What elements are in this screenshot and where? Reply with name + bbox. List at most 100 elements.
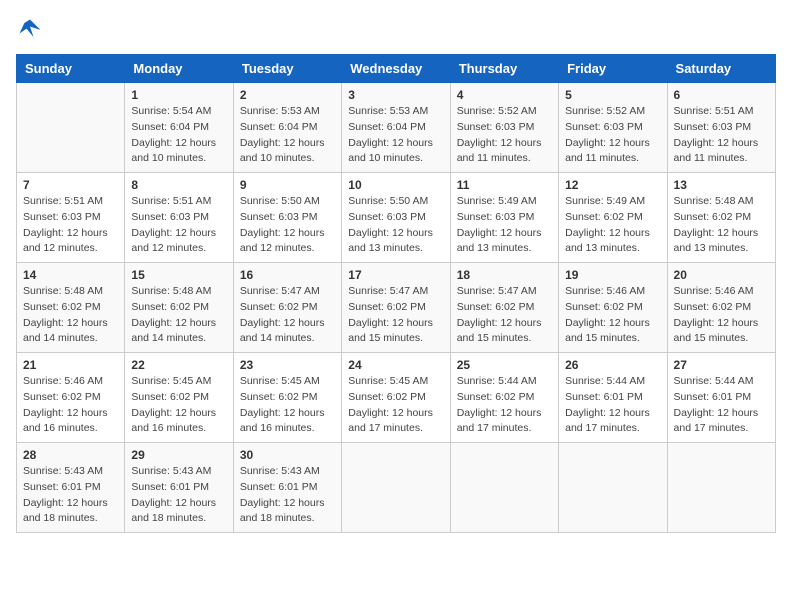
- day-info: Sunrise: 5:45 AM Sunset: 6:02 PM Dayligh…: [348, 374, 443, 437]
- calendar-col-header: Sunday: [17, 55, 125, 83]
- calendar-cell: 3Sunrise: 5:53 AM Sunset: 6:04 PM Daylig…: [342, 83, 450, 173]
- day-info: Sunrise: 5:43 AM Sunset: 6:01 PM Dayligh…: [131, 464, 226, 527]
- day-number: 9: [240, 178, 335, 192]
- day-number: 13: [674, 178, 769, 192]
- day-info: Sunrise: 5:49 AM Sunset: 6:03 PM Dayligh…: [457, 194, 552, 257]
- calendar-week-row: 14 Sunrise: 5:48 AM Sunset: 6:02 PM Dayli…: [17, 263, 776, 353]
- day-number: 20: [674, 268, 769, 282]
- calendar-cell: 10 Sunrise: 5:50 AM Sunset: 6:03 PM Dayli…: [342, 173, 450, 263]
- day-number: 12: [565, 178, 660, 192]
- day-info: Sunrise: 5:53 AM Sunset: 6:04 PM Dayligh…: [240, 104, 335, 167]
- day-info: Sunrise: 5:44 AM Sunset: 6:02 PM Dayligh…: [457, 374, 552, 437]
- day-number: 16: [240, 268, 335, 282]
- day-number: 18: [457, 268, 552, 282]
- calendar-cell: 6 Sunrise: 5:51 AM Sunset: 6:03 PM Daylig…: [667, 83, 775, 173]
- day-info: Sunrise: 5:48 AM Sunset: 6:02 PM Dayligh…: [674, 194, 769, 257]
- day-number: 25: [457, 358, 552, 372]
- logo-icon: [16, 16, 44, 44]
- calendar-cell: 8 Sunrise: 5:51 AM Sunset: 6:03 PM Daylig…: [125, 173, 233, 263]
- day-number: 15: [131, 268, 226, 282]
- day-info: Sunrise: 5:45 AM Sunset: 6:02 PM Dayligh…: [240, 374, 335, 437]
- calendar-cell: 7Sunrise: 5:51 AM Sunset: 6:03 PM Daylig…: [17, 173, 125, 263]
- day-info: Sunrise: 5:43 AM Sunset: 6:01 PM Dayligh…: [23, 464, 118, 527]
- calendar-col-header: Thursday: [450, 55, 558, 83]
- day-info: Sunrise: 5:46 AM Sunset: 6:02 PM Dayligh…: [565, 284, 660, 347]
- calendar-cell: 22 Sunrise: 5:45 AM Sunset: 6:02 PM Dayli…: [125, 353, 233, 443]
- calendar-cell: 9Sunrise: 5:50 AM Sunset: 6:03 PM Daylig…: [233, 173, 341, 263]
- day-info: Sunrise: 5:46 AM Sunset: 6:02 PM Dayligh…: [23, 374, 118, 437]
- day-info: Sunrise: 5:43 AM Sunset: 6:01 PM Dayligh…: [240, 464, 335, 527]
- calendar-cell: 21 Sunrise: 5:46 AM Sunset: 6:02 PM Dayli…: [17, 353, 125, 443]
- day-info: Sunrise: 5:51 AM Sunset: 6:03 PM Dayligh…: [674, 104, 769, 167]
- calendar-cell: 5 Sunrise: 5:52 AM Sunset: 6:03 PM Daylig…: [559, 83, 667, 173]
- calendar-cell: 19Sunrise: 5:46 AM Sunset: 6:02 PM Dayli…: [559, 263, 667, 353]
- day-number: 5: [565, 88, 660, 102]
- day-info: Sunrise: 5:47 AM Sunset: 6:02 PM Dayligh…: [240, 284, 335, 347]
- calendar-cell: 23Sunrise: 5:45 AM Sunset: 6:02 PM Dayli…: [233, 353, 341, 443]
- day-number: 21: [23, 358, 118, 372]
- calendar-table: SundayMondayTuesdayWednesdayThursdayFrid…: [16, 54, 776, 533]
- day-number: 28: [23, 448, 118, 462]
- day-info: Sunrise: 5:44 AM Sunset: 6:01 PM Dayligh…: [674, 374, 769, 437]
- day-number: 4: [457, 88, 552, 102]
- calendar-col-header: Tuesday: [233, 55, 341, 83]
- calendar-cell: 26 Sunrise: 5:44 AM Sunset: 6:01 PM Dayli…: [559, 353, 667, 443]
- day-number: 24: [348, 358, 443, 372]
- calendar-cell: 20Sunrise: 5:46 AM Sunset: 6:02 PM Dayli…: [667, 263, 775, 353]
- calendar-cell: 27 Sunrise: 5:44 AM Sunset: 6:01 PM Dayli…: [667, 353, 775, 443]
- calendar-cell: 17 Sunrise: 5:47 AM Sunset: 6:02 PM Dayli…: [342, 263, 450, 353]
- calendar-header-row: SundayMondayTuesdayWednesdayThursdayFrid…: [17, 55, 776, 83]
- day-number: 8: [131, 178, 226, 192]
- calendar-week-row: 28 Sunrise: 5:43 AM Sunset: 6:01 PM Dayli…: [17, 443, 776, 533]
- day-info: Sunrise: 5:47 AM Sunset: 6:02 PM Dayligh…: [457, 284, 552, 347]
- day-info: Sunrise: 5:52 AM Sunset: 6:03 PM Dayligh…: [565, 104, 660, 167]
- logo: [16, 16, 48, 44]
- day-info: Sunrise: 5:45 AM Sunset: 6:02 PM Dayligh…: [131, 374, 226, 437]
- day-number: 6: [674, 88, 769, 102]
- calendar-cell: 11 Sunrise: 5:49 AM Sunset: 6:03 PM Dayli…: [450, 173, 558, 263]
- calendar-cell: [342, 443, 450, 533]
- day-number: 26: [565, 358, 660, 372]
- calendar-cell: 28 Sunrise: 5:43 AM Sunset: 6:01 PM Dayli…: [17, 443, 125, 533]
- day-info: Sunrise: 5:52 AM Sunset: 6:03 PM Dayligh…: [457, 104, 552, 167]
- day-number: 27: [674, 358, 769, 372]
- calendar-cell: 12 Sunrise: 5:49 AM Sunset: 6:02 PM Dayli…: [559, 173, 667, 263]
- calendar-col-header: Saturday: [667, 55, 775, 83]
- calendar-cell: [667, 443, 775, 533]
- day-info: Sunrise: 5:49 AM Sunset: 6:02 PM Dayligh…: [565, 194, 660, 257]
- calendar-cell: [17, 83, 125, 173]
- calendar-cell: 1 Sunrise: 5:54 AM Sunset: 6:04 PM Daylig…: [125, 83, 233, 173]
- calendar-cell: 15 Sunrise: 5:48 AM Sunset: 6:02 PM Dayli…: [125, 263, 233, 353]
- day-number: 11: [457, 178, 552, 192]
- calendar-cell: 4 Sunrise: 5:52 AM Sunset: 6:03 PM Daylig…: [450, 83, 558, 173]
- day-info: Sunrise: 5:44 AM Sunset: 6:01 PM Dayligh…: [565, 374, 660, 437]
- day-info: Sunrise: 5:50 AM Sunset: 6:03 PM Dayligh…: [348, 194, 443, 257]
- calendar-cell: 24 Sunrise: 5:45 AM Sunset: 6:02 PM Dayli…: [342, 353, 450, 443]
- calendar-cell: [450, 443, 558, 533]
- day-number: 17: [348, 268, 443, 282]
- calendar-body: 1 Sunrise: 5:54 AM Sunset: 6:04 PM Daylig…: [17, 83, 776, 533]
- day-number: 2: [240, 88, 335, 102]
- day-number: 22: [131, 358, 226, 372]
- day-info: Sunrise: 5:47 AM Sunset: 6:02 PM Dayligh…: [348, 284, 443, 347]
- calendar-week-row: 21 Sunrise: 5:46 AM Sunset: 6:02 PM Dayli…: [17, 353, 776, 443]
- calendar-cell: 18 Sunrise: 5:47 AM Sunset: 6:02 PM Dayli…: [450, 263, 558, 353]
- calendar-col-header: Monday: [125, 55, 233, 83]
- day-number: 10: [348, 178, 443, 192]
- day-number: 1: [131, 88, 226, 102]
- calendar-cell: 13 Sunrise: 5:48 AM Sunset: 6:02 PM Dayli…: [667, 173, 775, 263]
- day-info: Sunrise: 5:54 AM Sunset: 6:04 PM Dayligh…: [131, 104, 226, 167]
- day-info: Sunrise: 5:48 AM Sunset: 6:02 PM Dayligh…: [23, 284, 118, 347]
- day-number: 14: [23, 268, 118, 282]
- calendar-cell: [559, 443, 667, 533]
- day-info: Sunrise: 5:48 AM Sunset: 6:02 PM Dayligh…: [131, 284, 226, 347]
- day-number: 7: [23, 178, 118, 192]
- calendar-cell: 29 Sunrise: 5:43 AM Sunset: 6:01 PM Dayli…: [125, 443, 233, 533]
- day-number: 29: [131, 448, 226, 462]
- day-number: 3: [348, 88, 443, 102]
- calendar-col-header: Friday: [559, 55, 667, 83]
- day-number: 30: [240, 448, 335, 462]
- day-info: Sunrise: 5:51 AM Sunset: 6:03 PM Dayligh…: [131, 194, 226, 257]
- calendar-cell: 30 Sunrise: 5:43 AM Sunset: 6:01 PM Dayli…: [233, 443, 341, 533]
- calendar-week-row: 1 Sunrise: 5:54 AM Sunset: 6:04 PM Daylig…: [17, 83, 776, 173]
